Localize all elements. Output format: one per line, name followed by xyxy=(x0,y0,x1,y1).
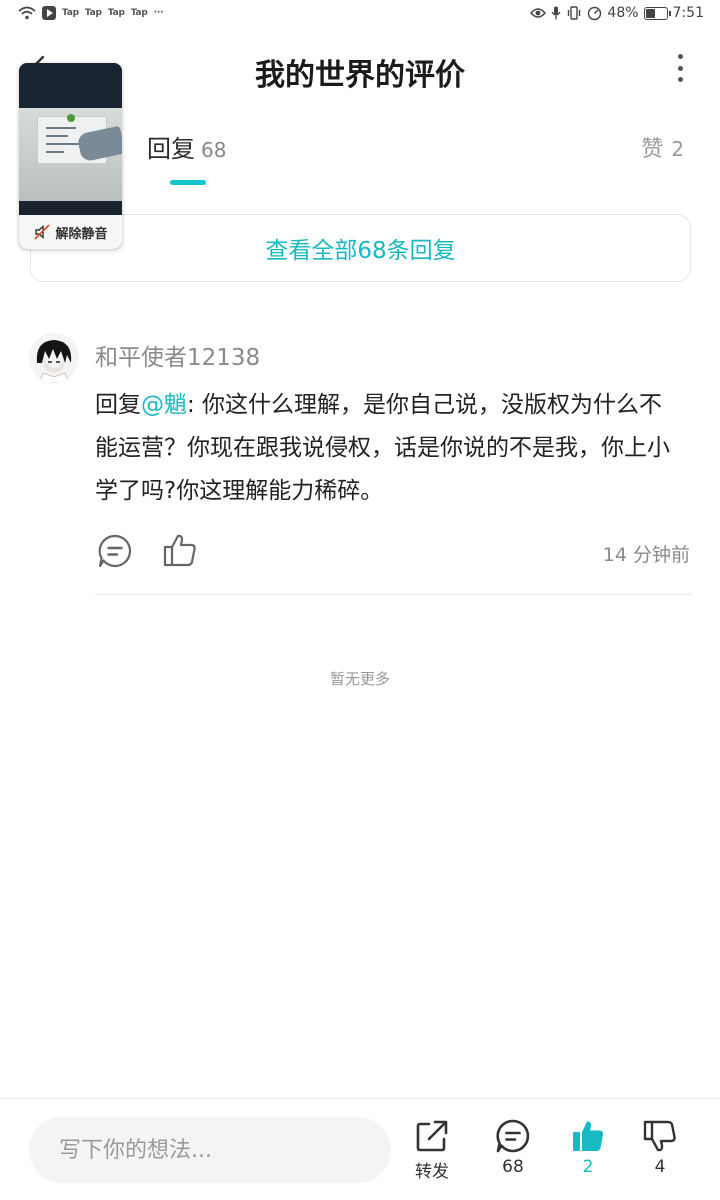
video-frame xyxy=(19,108,122,201)
speed-icon xyxy=(588,6,602,20)
wifi-icon xyxy=(18,6,36,20)
no-more-label: 暂无更多 xyxy=(329,670,390,688)
floating-video-window[interactable]: 解除静音 xyxy=(19,63,122,249)
video-green-dot xyxy=(67,114,75,122)
avatar[interactable] xyxy=(29,333,79,383)
comment-input[interactable] xyxy=(29,1117,391,1183)
tab-replies-label: 回复 xyxy=(147,135,195,163)
mic-icon xyxy=(551,6,561,20)
status-bar: Tap Tap Tap Tap ··· 48% 7:51 xyxy=(0,0,720,30)
mute-icon xyxy=(34,224,51,240)
share-icon xyxy=(416,1120,448,1152)
thumbs-down-button[interactable]: 4 xyxy=(630,1119,690,1177)
unmute-label: 解除静音 xyxy=(55,226,108,242)
battery-percent: 48% xyxy=(607,5,639,21)
clock: 7:51 xyxy=(672,5,704,21)
tab-likes-count: 2 xyxy=(671,137,684,161)
more-icon[interactable] xyxy=(676,54,684,82)
bottom-bar: 转发 68 2 4 xyxy=(0,1098,720,1200)
battery-icon xyxy=(643,6,671,20)
status-app-2: Tap xyxy=(84,8,102,18)
tab-replies[interactable]: 回复 68 xyxy=(147,129,226,164)
tab-likes[interactable]: 赞2 xyxy=(641,131,684,163)
status-bar-left: Tap Tap Tap Tap ··· xyxy=(18,6,163,20)
reply-icon[interactable] xyxy=(97,533,133,569)
comment-icon xyxy=(496,1119,530,1153)
status-bar-right: 48% 7:51 xyxy=(530,5,704,21)
comment-button[interactable]: 68 xyxy=(483,1119,543,1177)
share-label: 转发 xyxy=(415,1162,449,1182)
tab-replies-count: 68 xyxy=(201,138,227,162)
vibrate-icon xyxy=(568,6,581,20)
app-play-icon xyxy=(42,6,56,20)
avatar-image xyxy=(29,333,79,383)
unmute-button[interactable]: 解除静音 xyxy=(19,215,122,249)
comment-reply-prefix: 回复 xyxy=(95,392,141,418)
view-all-replies-button[interactable]: 查看全部68条回复 xyxy=(30,214,691,282)
divider xyxy=(95,594,691,595)
status-app-3: Tap xyxy=(107,8,125,18)
comment-username[interactable]: 和平使者12138 xyxy=(95,338,260,372)
comment-body: 回复@魈: 你这什么理解，是你自己说，没版权为什么不能运营？你现在跟我说侵权，话… xyxy=(95,384,675,513)
thumbs-up-button[interactable]: 2 xyxy=(558,1119,618,1177)
status-app-4: Tap xyxy=(130,8,148,18)
thumbs-down-icon xyxy=(643,1120,676,1152)
thumbs-up-icon xyxy=(573,1121,604,1151)
like-count: 2 xyxy=(582,1157,594,1177)
dislike-count: 4 xyxy=(654,1157,666,1177)
comment-mention[interactable]: @魈 xyxy=(141,392,187,418)
share-button[interactable]: 转发 xyxy=(402,1119,462,1182)
comment-count: 68 xyxy=(502,1157,524,1177)
status-app-1: Tap xyxy=(62,8,79,18)
eye-icon xyxy=(530,8,547,18)
tab-likes-label: 赞 xyxy=(641,137,664,162)
comment-timestamp: 14 分钟前 xyxy=(602,544,690,566)
like-icon[interactable] xyxy=(162,532,198,568)
active-tab-indicator xyxy=(170,180,206,185)
status-ellipsis: ··· xyxy=(153,8,164,18)
